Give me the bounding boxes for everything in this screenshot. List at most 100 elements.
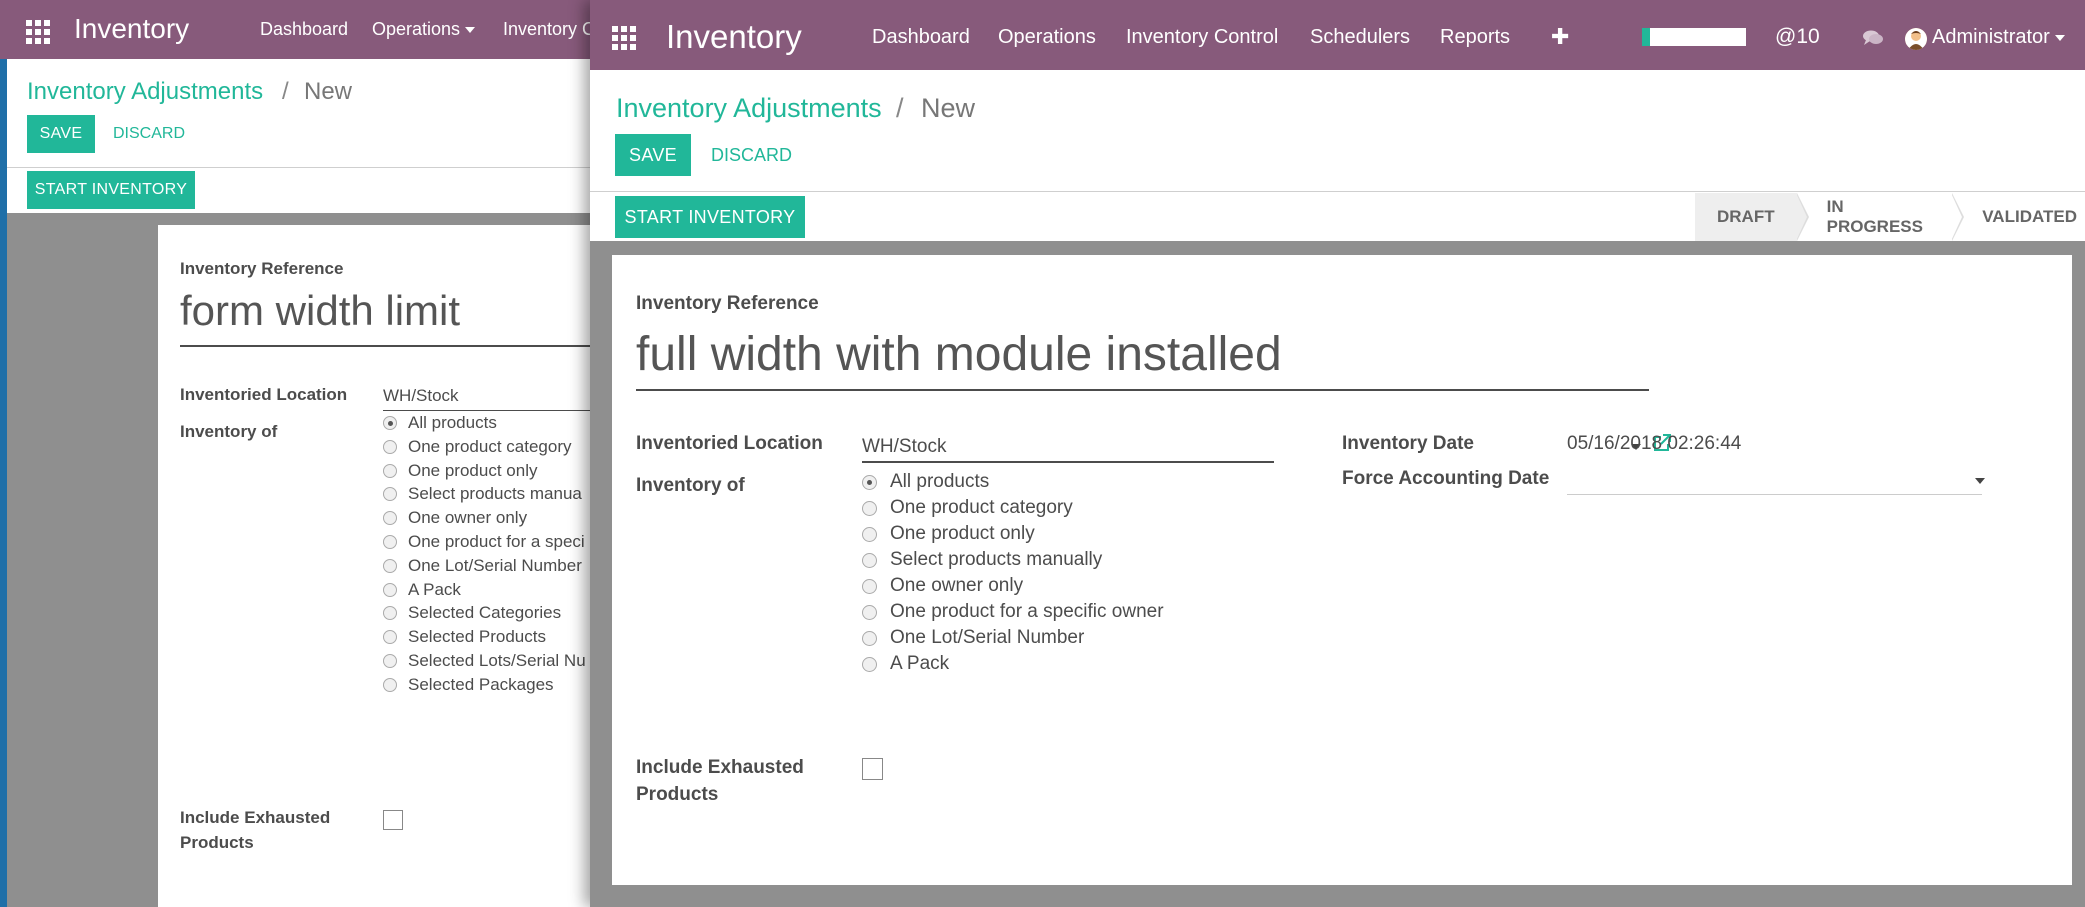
radio-option-label: One product category <box>890 497 1073 518</box>
radio-button[interactable] <box>383 487 397 502</box>
reference-input[interactable]: form width limit <box>180 287 460 335</box>
radio-option-label: One product only <box>408 460 538 480</box>
control-panel-divider <box>590 191 2085 192</box>
radio-option[interactable]: One Lot/Serial Number <box>383 556 582 576</box>
radio-button[interactable] <box>862 500 877 516</box>
status-bar: DRAFT IN PROGRESS VALIDATED <box>1695 193 2085 241</box>
radio-button[interactable] <box>862 578 877 594</box>
discard-button[interactable]: DISCARD <box>711 145 792 166</box>
radio-option[interactable]: One owner only <box>862 575 1023 597</box>
nav-inventory-control[interactable]: Inventory C <box>503 19 595 40</box>
radio-button[interactable] <box>383 582 397 597</box>
radio-button[interactable] <box>383 535 397 549</box>
exhausted-checkbox[interactable] <box>862 758 883 780</box>
radio-button[interactable] <box>383 630 397 645</box>
window-edge <box>0 0 7 907</box>
location-input[interactable]: WH/Stock <box>383 386 459 406</box>
nav-operations-label: Operations <box>372 19 461 39</box>
radio-option-label: Selected Packages <box>408 674 554 694</box>
radio-option[interactable]: Selected Categories <box>383 603 561 623</box>
stage-in-progress[interactable]: IN PROGRESS <box>1796 193 1965 241</box>
radio-option-label: One owner only <box>890 575 1024 596</box>
location-input[interactable]: WH/Stock <box>862 436 946 458</box>
radio-option[interactable]: All products <box>383 413 497 433</box>
radio-option[interactable]: One product for a specific owner <box>862 601 1164 623</box>
radio-option[interactable]: All products <box>862 471 989 493</box>
radio-button[interactable] <box>383 677 397 692</box>
radio-button[interactable] <box>383 606 397 621</box>
radio-option-label: Select products manua <box>408 484 582 504</box>
radio-option[interactable]: One product only <box>383 461 537 481</box>
radio-button[interactable] <box>383 439 397 454</box>
radio-option[interactable]: Select products manually <box>862 549 1102 571</box>
radio-option[interactable]: One product for a speci <box>383 532 585 552</box>
apps-menu-icon[interactable] <box>26 20 50 44</box>
radio-button[interactable] <box>862 630 877 646</box>
exhausted-label-line2: Products <box>636 784 719 805</box>
breadcrumb-parent[interactable]: Inventory Adjustments <box>27 78 263 106</box>
radio-button[interactable] <box>862 604 877 620</box>
radio-option-label: All products <box>890 471 990 492</box>
discard-button[interactable]: DISCARD <box>113 125 185 143</box>
form-sheet: Inventory Reference full width with modu… <box>612 255 2072 885</box>
avatar[interactable] <box>1905 28 1927 50</box>
save-button[interactable]: SAVE <box>27 115 95 153</box>
nav-operations[interactable]: Operations <box>998 26 1096 49</box>
reference-underline <box>636 389 1649 391</box>
radio-option[interactable]: One product category <box>383 437 571 457</box>
nav-dashboard[interactable]: Dashboard <box>260 19 348 40</box>
radio-button[interactable] <box>383 654 397 668</box>
save-button[interactable]: SAVE <box>615 134 691 176</box>
location-underline <box>862 461 1274 463</box>
radio-option[interactable]: A Pack <box>383 580 461 600</box>
stage-draft-label: DRAFT <box>1717 207 1775 226</box>
nav-inventory-control[interactable]: Inventory Control <box>1126 26 1278 49</box>
radio-button[interactable] <box>383 463 397 478</box>
reference-label: Inventory Reference <box>180 259 344 278</box>
accounting-date-dropdown-icon[interactable] <box>1975 478 1985 484</box>
stage-validated[interactable]: VALIDATED <box>1952 193 2085 241</box>
radio-button[interactable] <box>862 552 877 568</box>
radio-option[interactable]: Selected Products <box>383 627 546 647</box>
radio-option-label: A Pack <box>408 579 461 599</box>
inventory-of-label: Inventory of <box>180 422 278 441</box>
nav-schedulers[interactable]: Schedulers <box>1310 26 1410 49</box>
radio-option[interactable]: One product only <box>862 523 1035 545</box>
start-inventory-button[interactable]: START INVENTORY <box>27 171 195 209</box>
user-menu[interactable]: Administrator <box>1932 26 2065 49</box>
radio-button[interactable] <box>862 474 877 490</box>
apps-menu-icon[interactable] <box>612 26 636 50</box>
radio-option-label: One product for a specific owner <box>890 601 1164 622</box>
radio-option[interactable]: A Pack <box>862 653 949 675</box>
radio-button[interactable] <box>383 558 397 573</box>
radio-option[interactable]: Selected Packages <box>383 675 554 695</box>
mentions-counter[interactable]: @10 <box>1775 25 1820 49</box>
plus-icon[interactable]: ✚ <box>1551 24 1569 50</box>
nav-operations[interactable]: Operations <box>372 19 476 40</box>
inventory-date-value: 05/16/2018 02:26:44 <box>1567 433 1742 454</box>
stage-arrow-inner <box>1951 193 1963 241</box>
radio-option-label: One product for a speci <box>408 532 585 551</box>
radio-option-label: Selected Categories <box>408 603 562 623</box>
radio-option[interactable]: One owner only <box>383 508 527 528</box>
chevron-down-icon <box>2054 34 2065 41</box>
radio-option[interactable]: Select products manua <box>383 484 582 504</box>
breadcrumb-parent[interactable]: Inventory Adjustments <box>616 93 882 124</box>
chat-icon[interactable] <box>1862 30 1884 46</box>
radio-button[interactable] <box>383 416 397 430</box>
stage-draft[interactable]: DRAFT <box>1695 193 1809 241</box>
radio-option[interactable]: One product category <box>862 497 1073 519</box>
exhausted-checkbox[interactable] <box>383 810 403 830</box>
reference-input[interactable]: full width with module installed <box>636 327 1282 382</box>
radio-button[interactable] <box>383 511 397 526</box>
radio-option[interactable]: Selected Lots/Serial Nu <box>383 651 586 671</box>
start-inventory-button[interactable]: START INVENTORY <box>615 196 805 238</box>
radio-button[interactable] <box>862 526 877 542</box>
location-label: Inventoried Location <box>636 433 823 454</box>
accounting-date-input[interactable] <box>1567 468 1967 490</box>
nav-reports[interactable]: Reports <box>1440 26 1510 49</box>
exhausted-label-line1: Include Exhausted <box>636 757 804 778</box>
nav-dashboard[interactable]: Dashboard <box>872 26 970 49</box>
radio-option[interactable]: One Lot/Serial Number <box>862 627 1084 649</box>
radio-button[interactable] <box>862 656 877 672</box>
